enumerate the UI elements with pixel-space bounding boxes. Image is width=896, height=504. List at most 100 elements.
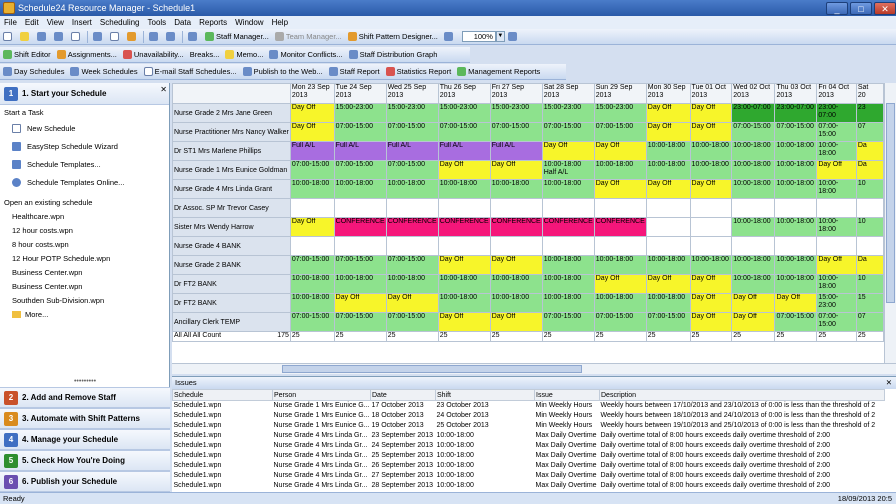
shift-cell[interactable]: 10:00-18:00 bbox=[541, 179, 595, 199]
staff-name[interactable]: Dr FT2 BANK bbox=[172, 293, 291, 313]
shift-cell[interactable]: 10:00-18:00 bbox=[689, 160, 733, 180]
shift-cell[interactable]: 07:00-15:00 bbox=[289, 255, 335, 275]
zoom-field[interactable]: 100% bbox=[461, 31, 496, 42]
shift-cell[interactable]: Da bbox=[855, 255, 884, 275]
shift-cell[interactable]: 10:00-18:00 bbox=[489, 274, 543, 294]
shift-cell[interactable]: 15:00-23:00 bbox=[541, 103, 595, 123]
day-column-header[interactable]: Tue 24 Sep 2013 bbox=[333, 83, 387, 104]
shift-cell[interactable]: Day Off bbox=[645, 122, 691, 142]
shift-cell[interactable] bbox=[774, 198, 818, 218]
shift-cell[interactable]: 15:00-23:00 bbox=[385, 103, 439, 123]
staff-name[interactable]: Nurse Practitioner Mrs Nancy Walker bbox=[172, 122, 291, 142]
week-schedules-button[interactable]: Week Schedules bbox=[67, 65, 140, 79]
shift-cell[interactable]: Full A/L bbox=[333, 141, 387, 161]
menu-view[interactable]: View bbox=[43, 18, 68, 27]
menu-tools[interactable]: Tools bbox=[144, 18, 171, 27]
shift-cell[interactable]: 15:00-23:00 bbox=[437, 103, 491, 123]
team-manager-button[interactable]: Team Manager... bbox=[272, 30, 345, 44]
shift-cell[interactable]: 10:00-18:00 bbox=[645, 255, 691, 275]
shift-cell[interactable]: 07:00-15:00 bbox=[385, 312, 439, 332]
shift-cell[interactable]: 07:00-15:00 bbox=[816, 312, 857, 332]
shift-cell[interactable]: 07:00-15:00 bbox=[774, 312, 818, 332]
shift-cell[interactable]: Day Off bbox=[437, 255, 491, 275]
shift-cell[interactable]: 07:00-15:00 bbox=[645, 312, 691, 332]
recent-file-link[interactable]: Business Center.wpn bbox=[0, 265, 169, 279]
issue-row[interactable]: Schedule1.wpn Nurse Grade 1 Mrs Eunice G.… bbox=[173, 401, 885, 411]
menu-help[interactable]: Help bbox=[268, 18, 292, 27]
shift-cell[interactable] bbox=[774, 236, 818, 256]
shift-cell[interactable]: 10:00-18:00 bbox=[731, 274, 776, 294]
day-column-header[interactable]: Sat 20 bbox=[855, 83, 884, 104]
day-column-header[interactable]: Fri 04 Oct 2013 bbox=[816, 83, 857, 104]
menu-edit[interactable]: Edit bbox=[21, 18, 43, 27]
staff-name[interactable]: Dr FT2 BANK bbox=[172, 274, 291, 294]
shift-cell[interactable]: CONFERENCE bbox=[437, 217, 491, 237]
staff-name[interactable]: Dr Assoc. SP Mr Trevor Casey bbox=[172, 198, 291, 218]
shift-cell[interactable]: Full A/L bbox=[385, 141, 439, 161]
shift-cell[interactable]: 15:00-23:00 bbox=[816, 293, 857, 313]
shift-cell[interactable]: 10:00-18:00 bbox=[689, 255, 733, 275]
shift-cell[interactable]: 10:00-18:00 bbox=[731, 160, 776, 180]
shift-cell[interactable]: 10:00-18:00 bbox=[593, 293, 647, 313]
shift-cell[interactable]: 10:00-18:00 bbox=[289, 179, 335, 199]
shift-cell[interactable]: 10:00-18:00 bbox=[489, 293, 543, 313]
shift-cell[interactable]: 10:00-18:00 bbox=[541, 274, 595, 294]
new-icon[interactable] bbox=[0, 30, 17, 44]
shift-cell[interactable] bbox=[855, 236, 884, 256]
email-staff-schedules-button[interactable]: E-mail Staff Schedules... bbox=[141, 65, 240, 79]
staff-manager-button[interactable]: Staff Manager... bbox=[202, 30, 272, 44]
recent-file-link[interactable]: 12 hour costs.wpn bbox=[0, 223, 169, 237]
grid-icon[interactable] bbox=[441, 30, 458, 44]
staff-name[interactable]: Nurse Grade 2 Mrs Jane Green bbox=[172, 103, 291, 123]
shift-cell[interactable]: 23:00-07:00 bbox=[731, 103, 776, 123]
recent-file-link[interactable]: Business Center.wpn bbox=[0, 279, 169, 293]
redo-icon[interactable] bbox=[163, 30, 180, 44]
shift-cell[interactable]: CONFERENCE bbox=[593, 217, 647, 237]
shift-cell[interactable]: CONFERENCE bbox=[489, 217, 543, 237]
shift-cell[interactable]: Day Off bbox=[333, 293, 387, 313]
shift-cell[interactable]: 10:00-18:00 bbox=[774, 141, 818, 161]
shift-cell[interactable]: CONFERENCE bbox=[333, 217, 387, 237]
shift-cell[interactable]: Full A/L bbox=[289, 141, 335, 161]
shift-cell[interactable] bbox=[289, 198, 335, 218]
shift-editor-button[interactable]: Shift Editor bbox=[0, 48, 54, 62]
issue-row[interactable]: Schedule1.wpn Nurse Grade 1 Mrs Eunice G.… bbox=[173, 421, 885, 431]
help-icon[interactable] bbox=[505, 30, 522, 44]
shift-cell[interactable]: 15:00-23:00 bbox=[489, 103, 543, 123]
shift-cell[interactable]: 07:00-15:00 bbox=[731, 122, 776, 142]
shift-cell[interactable]: 10:00-18:00 bbox=[731, 179, 776, 199]
shift-cell[interactable] bbox=[385, 236, 439, 256]
shift-cell[interactable]: 07:00-15:00 bbox=[541, 312, 595, 332]
shift-cell[interactable] bbox=[689, 217, 733, 237]
shift-cell[interactable]: 10:00-18:00 bbox=[437, 179, 491, 199]
shift-cell[interactable] bbox=[689, 236, 733, 256]
shift-cell[interactable]: Day Off bbox=[689, 179, 733, 199]
shift-cell[interactable]: 07:00-15:00 bbox=[816, 122, 857, 142]
shift-cell[interactable]: Day Off bbox=[689, 274, 733, 294]
shift-cell[interactable] bbox=[437, 198, 491, 218]
day-column-header[interactable]: Fri 27 Sep 2013 bbox=[489, 83, 543, 104]
management-reports-button[interactable]: Management Reports bbox=[454, 65, 543, 79]
shift-cell[interactable]: Day Off bbox=[689, 312, 733, 332]
step-add-staff[interactable]: 2 2. Add and Remove Staff bbox=[0, 387, 170, 408]
pane-splitter[interactable]: ••••••••• bbox=[0, 378, 170, 387]
menu-data[interactable]: Data bbox=[170, 18, 195, 27]
shift-cell[interactable]: Day Off bbox=[689, 293, 733, 313]
staff-name[interactable]: Ancillary Clerk TEMP bbox=[172, 312, 291, 332]
shift-cell[interactable]: 10:00-18:00 bbox=[731, 217, 776, 237]
staff-name[interactable]: Nurse Grade 4 Mrs Linda Grant bbox=[172, 179, 291, 199]
shift-cell[interactable] bbox=[731, 198, 776, 218]
shift-cell[interactable]: 10:00-18:00 bbox=[731, 141, 776, 161]
staff-name[interactable]: Nurse Grade 1 Mrs Eunice Goldman bbox=[172, 160, 291, 180]
issues-column-header[interactable]: Issue bbox=[534, 389, 600, 401]
copy-icon[interactable] bbox=[107, 30, 124, 44]
schedule-templates-link[interactable]: Schedule Templates... bbox=[0, 155, 169, 173]
grid-vertical-scrollbar[interactable] bbox=[884, 83, 896, 363]
shift-cell[interactable]: 07:00-15:00 bbox=[541, 122, 595, 142]
shift-cell[interactable] bbox=[333, 236, 387, 256]
recent-file-link[interactable]: Southden Sub-Division.wpn bbox=[0, 293, 169, 307]
shift-cell[interactable]: Day Off bbox=[437, 160, 491, 180]
shift-cell[interactable]: 10:00-18:00 bbox=[774, 274, 818, 294]
day-column-header[interactable]: Mon 23 Sep 2013 bbox=[289, 83, 335, 104]
print-icon[interactable] bbox=[51, 30, 68, 44]
